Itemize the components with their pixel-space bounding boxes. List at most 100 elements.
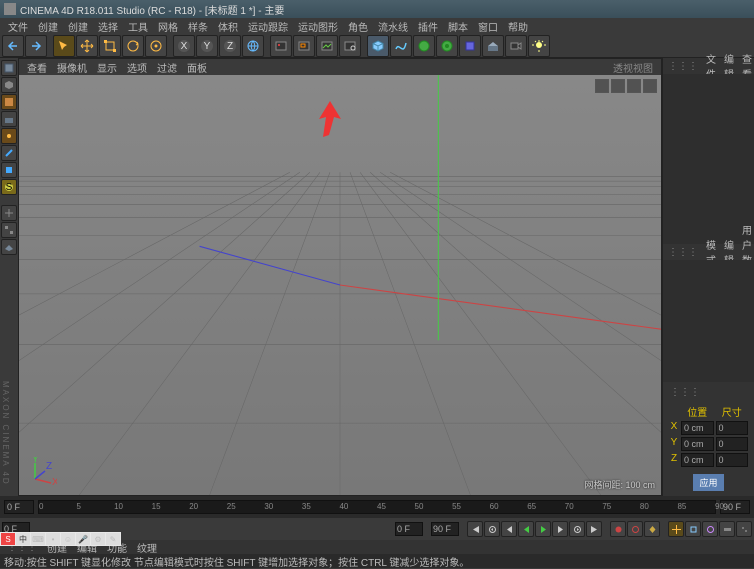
workplane-mode-button[interactable] xyxy=(1,111,17,127)
goto-end-button[interactable] xyxy=(586,521,602,537)
point-mode-button[interactable] xyxy=(1,128,17,144)
play-back-button[interactable] xyxy=(518,521,534,537)
menu-0[interactable]: 文件 xyxy=(4,19,32,34)
menu-12[interactable]: 插件 xyxy=(414,19,442,34)
ime-emoji-icon[interactable]: ☺ xyxy=(61,533,75,545)
menu-9[interactable]: 运动图形 xyxy=(294,19,342,34)
viewport-3d[interactable]: Y X Z 网格间距: 100 cm xyxy=(19,75,661,495)
axis-center-button[interactable]: S xyxy=(1,179,17,195)
timeline-track[interactable]: 051015202530354045505560657075808590 xyxy=(38,500,716,514)
autokey-button[interactable] xyxy=(627,521,643,537)
frame-current-input[interactable] xyxy=(395,522,423,536)
menu-8[interactable]: 运动跟踪 xyxy=(244,19,292,34)
menu-10[interactable]: 角色 xyxy=(344,19,372,34)
menu-14[interactable]: 窗口 xyxy=(474,19,502,34)
ime-settings-icon[interactable]: ⚙ xyxy=(91,533,105,545)
vp-menu-3[interactable]: 选项 xyxy=(123,60,151,75)
render-region-button[interactable] xyxy=(293,35,315,57)
pos-z-input[interactable] xyxy=(681,453,714,467)
play-button[interactable] xyxy=(535,521,551,537)
key-pla-button[interactable] xyxy=(736,521,752,537)
menu-4[interactable]: 工具 xyxy=(124,19,152,34)
move-tool[interactable] xyxy=(76,35,98,57)
key-scale-button[interactable] xyxy=(685,521,701,537)
key-rot-button[interactable] xyxy=(702,521,718,537)
vp-zoom-button[interactable] xyxy=(611,79,625,93)
ime-kb-icon[interactable]: ⌨ xyxy=(31,533,45,545)
goto-nextkey-button[interactable] xyxy=(569,521,585,537)
vp-maximize-button[interactable] xyxy=(643,79,657,93)
deformer-button[interactable] xyxy=(459,35,481,57)
goto-start-button[interactable] xyxy=(467,521,483,537)
vp-pan-button[interactable] xyxy=(595,79,609,93)
vp-menu-2[interactable]: 显示 xyxy=(93,60,121,75)
make-editable-button[interactable] xyxy=(1,60,17,76)
size-x-input[interactable] xyxy=(716,421,749,435)
mat-texture-tab[interactable]: 纹理 xyxy=(134,540,160,555)
scale-tool[interactable] xyxy=(99,35,121,57)
render-picture-button[interactable] xyxy=(316,35,338,57)
undo-button[interactable] xyxy=(2,35,24,57)
model-mode-button[interactable] xyxy=(1,77,17,93)
coord-system-button[interactable] xyxy=(242,35,264,57)
generator-button[interactable] xyxy=(413,35,435,57)
camera-button[interactable] xyxy=(505,35,527,57)
timeline-start-input[interactable] xyxy=(4,500,34,514)
timeline[interactable]: 051015202530354045505560657075808590 xyxy=(0,496,754,518)
key-options-button[interactable] xyxy=(644,521,660,537)
redo-button[interactable] xyxy=(25,35,47,57)
ime-mic-icon[interactable]: 🎤 xyxy=(76,533,90,545)
ime-punct-icon[interactable]: • xyxy=(46,533,60,545)
menu-1[interactable]: 创建 xyxy=(34,19,62,34)
light-button[interactable] xyxy=(528,35,550,57)
object-manager-body[interactable] xyxy=(663,74,754,244)
menu-3[interactable]: 选择 xyxy=(94,19,122,34)
render-settings-button[interactable] xyxy=(339,35,361,57)
timeline-end-input[interactable] xyxy=(720,500,750,514)
cube-primitive-button[interactable] xyxy=(367,35,389,57)
record-key-button[interactable] xyxy=(610,521,626,537)
vp-menu-1[interactable]: 摄像机 xyxy=(53,60,91,75)
size-y-input[interactable] xyxy=(716,437,749,451)
pos-x-input[interactable] xyxy=(681,421,714,435)
prev-frame-button[interactable] xyxy=(501,521,517,537)
vp-menu-4[interactable]: 过滤 xyxy=(153,60,181,75)
vp-rotate-button[interactable] xyxy=(627,79,641,93)
recent-tool[interactable] xyxy=(145,35,167,57)
rotate-tool[interactable] xyxy=(122,35,144,57)
size-z-input[interactable] xyxy=(716,453,749,467)
pos-y-input[interactable] xyxy=(681,437,714,451)
snap-button[interactable] xyxy=(1,205,17,221)
key-pos-button[interactable] xyxy=(668,521,684,537)
axis-x-button[interactable]: X xyxy=(173,35,195,57)
menu-13[interactable]: 脚本 xyxy=(444,19,472,34)
apply-button[interactable]: 应用 xyxy=(692,473,724,492)
polygon-mode-button[interactable] xyxy=(1,162,17,178)
ime-tool-icon[interactable]: ✎ xyxy=(106,533,120,545)
vp-menu-5[interactable]: 面板 xyxy=(183,60,211,75)
sogou-ime-icon[interactable]: S xyxy=(1,533,15,545)
menu-2[interactable]: 创建 xyxy=(64,19,92,34)
edge-mode-button[interactable] xyxy=(1,145,17,161)
menu-5[interactable]: 网格 xyxy=(154,19,182,34)
texture-mode-button[interactable] xyxy=(1,94,17,110)
environment-button[interactable] xyxy=(482,35,504,57)
frame-end-input[interactable] xyxy=(431,522,459,536)
key-param-button[interactable] xyxy=(719,521,735,537)
menu-11[interactable]: 流水线 xyxy=(374,19,412,34)
ime-lang-button[interactable]: 中 xyxy=(16,533,30,545)
axis-y-button[interactable]: Y xyxy=(196,35,218,57)
render-view-button[interactable] xyxy=(270,35,292,57)
goto-prevkey-button[interactable] xyxy=(484,521,500,537)
select-tool[interactable] xyxy=(53,35,75,57)
menu-15[interactable]: 帮助 xyxy=(504,19,532,34)
next-frame-button[interactable] xyxy=(552,521,568,537)
attribute-manager-body[interactable] xyxy=(663,260,754,382)
spline-button[interactable] xyxy=(390,35,412,57)
workplane-button[interactable] xyxy=(1,239,17,255)
axis-z-button[interactable]: Z xyxy=(219,35,241,57)
snap-settings-button[interactable] xyxy=(1,222,17,238)
menu-7[interactable]: 体积 xyxy=(214,19,242,34)
vp-menu-0[interactable]: 查看 xyxy=(23,60,51,75)
generator2-button[interactable] xyxy=(436,35,458,57)
